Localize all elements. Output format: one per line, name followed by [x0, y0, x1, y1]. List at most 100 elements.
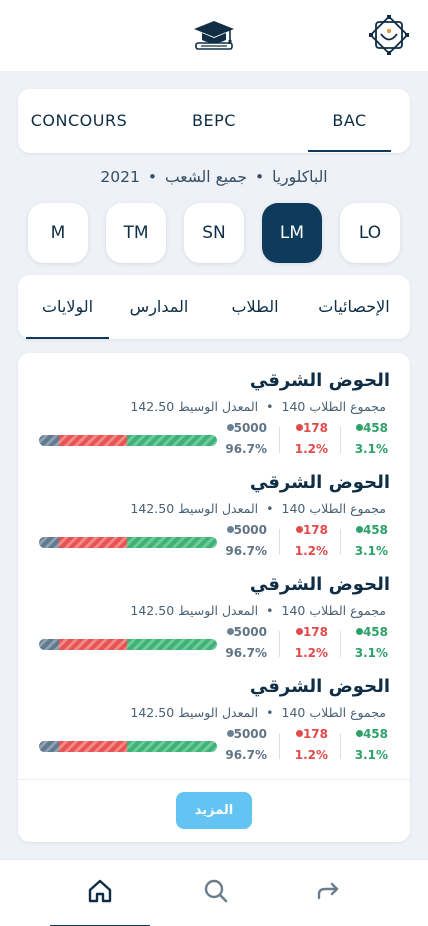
failed-stat: 5000 96.7% — [219, 625, 267, 665]
failed-segment — [39, 537, 59, 548]
region-row[interactable]: الحوض الشرقي مجموع الطلاب 140 • المعدل الوس… — [18, 661, 410, 763]
nav-share[interactable] — [278, 860, 378, 926]
stat-divider — [279, 631, 280, 657]
failed-stat: 5000 96.7% — [219, 727, 267, 767]
meta-separator: • — [266, 501, 274, 516]
results-bar — [39, 741, 217, 752]
admitted-dot-icon — [355, 730, 363, 737]
admitted-percent: 3.1% — [354, 442, 388, 456]
region-average: المعدل الوسيط 142.50 — [130, 501, 259, 516]
share-icon — [317, 882, 339, 900]
session-dot-icon — [295, 628, 303, 635]
admitted-count: 458 — [362, 421, 388, 435]
admitted-dot-icon — [355, 628, 363, 635]
admitted-segment — [127, 537, 217, 548]
series-lo-button[interactable]: LO — [340, 203, 400, 263]
failed-stat: 5000 96.7% — [219, 523, 267, 563]
session-stat: 178 1.2% — [280, 523, 328, 563]
region-total: مجموع الطلاب 140 — [281, 705, 386, 720]
results-bar — [39, 537, 217, 548]
results-bar — [39, 639, 217, 650]
region-average: المعدل الوسيط 142.50 — [130, 603, 259, 618]
failed-segment — [39, 741, 59, 752]
region-average: المعدل الوسيط 142.50 — [130, 399, 259, 414]
session-percent: 1.2% — [294, 646, 328, 660]
tab-schools[interactable]: المدارس — [114, 275, 204, 339]
tab-bepc[interactable]: BEPC — [162, 89, 266, 153]
results-bar — [39, 435, 217, 446]
meta-separator: • — [266, 603, 274, 618]
meta-separator: • — [266, 705, 274, 720]
stat-divider — [340, 427, 341, 453]
failed-dot-icon — [226, 628, 234, 635]
admitted-percent: 3.1% — [354, 646, 388, 660]
tab-statistics[interactable]: الإحصائيات — [302, 275, 406, 339]
meta-separator: • — [266, 399, 274, 414]
session-count: 178 — [302, 523, 328, 537]
top-bar — [0, 0, 428, 71]
session-segment — [59, 537, 127, 548]
failed-count: 5000 — [233, 727, 267, 741]
more-button[interactable]: المزيد — [176, 792, 252, 829]
session-percent: 1.2% — [294, 748, 328, 762]
subtitle-year: 2021 — [100, 168, 140, 186]
subtitle-track: جميع الشعب — [165, 168, 247, 186]
failed-percent: 96.7% — [225, 748, 267, 762]
admitted-percent: 3.1% — [354, 544, 388, 558]
admitted-dot-icon — [355, 526, 363, 533]
series-m-button[interactable]: M — [28, 203, 88, 263]
divider — [18, 779, 410, 780]
failed-dot-icon — [226, 424, 234, 431]
home-icon — [88, 879, 112, 903]
subtitle-exam: الباكلوريا — [272, 168, 328, 186]
admitted-count: 458 — [362, 523, 388, 537]
failed-dot-icon — [226, 526, 234, 533]
failed-percent: 96.7% — [225, 646, 267, 660]
region-name: الحوض الشرقي — [249, 574, 390, 595]
region-name: الحوض الشرقي — [249, 370, 390, 391]
admitted-count: 458 — [362, 727, 388, 741]
nav-search[interactable] — [166, 860, 266, 926]
admitted-segment — [127, 639, 217, 650]
region-row[interactable]: الحوض الشرقي مجموع الطلاب 140 • المعدل الوس… — [18, 355, 410, 457]
failed-count: 5000 — [233, 523, 267, 537]
failed-percent: 96.7% — [225, 442, 267, 456]
stat-divider — [340, 529, 341, 555]
admitted-stat: 458 3.1% — [340, 727, 388, 767]
region-total: مجموع الطلاب 140 — [281, 501, 386, 516]
session-segment — [59, 639, 127, 650]
region-meta: مجموع الطلاب 140 • المعدل الوسيط 142.50 — [130, 705, 386, 720]
tab-regions[interactable]: الولايات — [26, 275, 109, 339]
region-name: الحوض الشرقي — [249, 472, 390, 493]
section-tabs: الولايات المدارس الطلاب الإحصائيات — [18, 275, 410, 339]
region-meta: مجموع الطلاب 140 • المعدل الوسيط 142.50 — [130, 399, 386, 414]
tab-bac[interactable]: BAC — [308, 89, 391, 153]
nav-home[interactable] — [50, 860, 150, 926]
failed-segment — [39, 435, 59, 446]
region-row[interactable]: الحوض الشرقي مجموع الطلاب 140 • المعدل الوس… — [18, 559, 410, 661]
exam-subtitle: الباكلوريا • جميع الشعب • 2021 — [0, 168, 428, 186]
region-total: مجموع الطلاب 140 — [281, 603, 386, 618]
bottom-nav — [0, 859, 428, 926]
admitted-stat: 458 3.1% — [340, 523, 388, 563]
series-lm-button[interactable]: LM — [262, 203, 322, 263]
session-stat: 178 1.2% — [280, 421, 328, 461]
session-stat: 178 1.2% — [280, 727, 328, 767]
series-sn-button[interactable]: SN — [184, 203, 244, 263]
stat-divider — [340, 631, 341, 657]
session-dot-icon — [295, 424, 303, 431]
admitted-percent: 3.1% — [354, 748, 388, 762]
stat-divider — [279, 733, 280, 759]
tab-concours[interactable]: CONCOURS — [26, 89, 132, 153]
session-stat: 178 1.2% — [280, 625, 328, 665]
emblem-icon — [366, 12, 412, 62]
tab-students[interactable]: الطلاب — [214, 275, 296, 339]
failed-stat: 5000 96.7% — [219, 421, 267, 461]
stat-divider — [279, 427, 280, 453]
series-tm-button[interactable]: TM — [106, 203, 166, 263]
stat-divider — [340, 733, 341, 759]
regions-list: الحوض الشرقي مجموع الطلاب 140 • المعدل الوس… — [18, 353, 410, 842]
session-dot-icon — [295, 526, 303, 533]
graduation-cap-icon — [192, 18, 236, 56]
region-row[interactable]: الحوض الشرقي مجموع الطلاب 140 • المعدل الوس… — [18, 457, 410, 559]
